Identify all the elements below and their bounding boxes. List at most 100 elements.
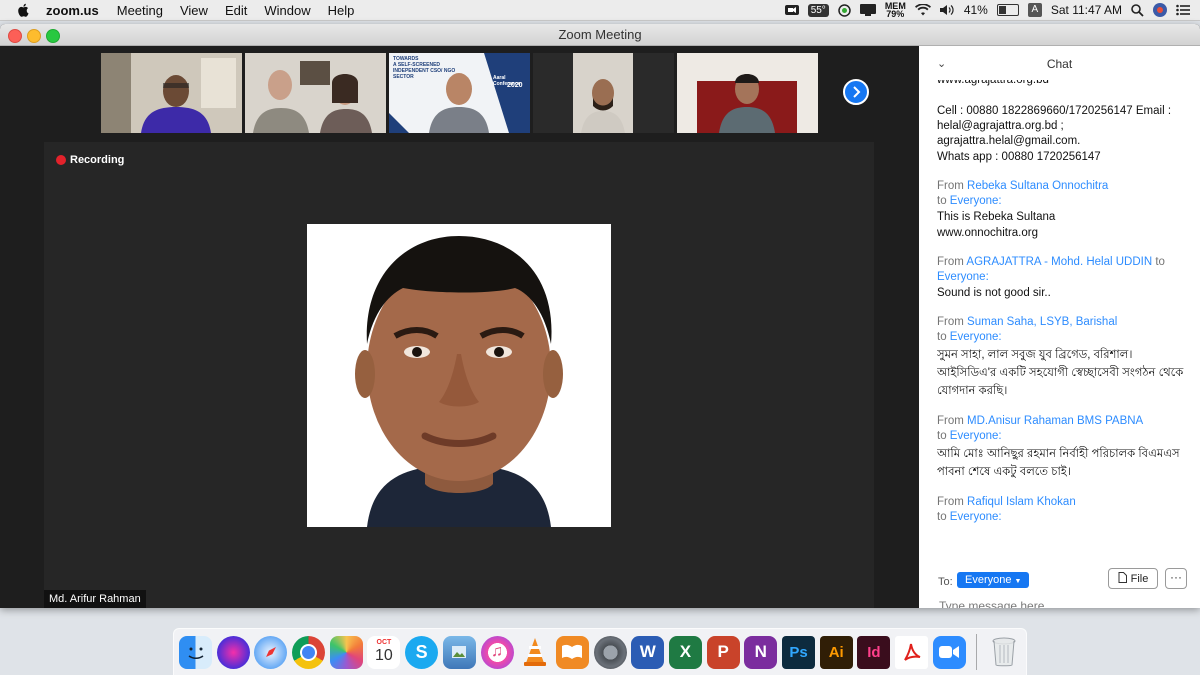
sender-name[interactable]: Rafiqul Islam Khokan bbox=[967, 496, 1076, 508]
memory-indicator[interactable]: MEM 79% bbox=[885, 2, 906, 19]
speaker-profile-photo bbox=[307, 224, 611, 527]
spotlight-search-icon[interactable] bbox=[1131, 3, 1144, 17]
video-area: TOWARDS A SELF-SCREENED INDEPENDENT CSO/… bbox=[0, 46, 919, 608]
file-button-label: File bbox=[1130, 573, 1149, 585]
chat-message-sender: From Suman Saha, LSYB, Barishal to Everyo… bbox=[937, 315, 1189, 345]
window-titlebar[interactable]: Zoom Meeting bbox=[0, 24, 1200, 46]
app-menu[interactable]: zoom.us bbox=[46, 3, 99, 18]
menu-window[interactable]: Window bbox=[264, 3, 310, 18]
recording-dot-icon bbox=[56, 155, 66, 165]
menu-help[interactable]: Help bbox=[328, 3, 355, 18]
recipient-select-value: Everyone bbox=[965, 574, 1012, 586]
participant-thumbnail[interactable] bbox=[245, 53, 386, 133]
chat-message-sender: From MD.Anisur Rahaman BMS PABNA to Every… bbox=[937, 414, 1189, 444]
menu-meeting[interactable]: Meeting bbox=[117, 3, 163, 18]
chat-message-sender: From Rebeka Sultana Onnochitra to Everyon… bbox=[937, 179, 1189, 209]
zoom-window-button[interactable] bbox=[46, 29, 60, 43]
photoshop-icon[interactable]: Ps bbox=[782, 635, 815, 669]
indesign-label: Id bbox=[867, 643, 881, 661]
chrome-icon[interactable] bbox=[292, 635, 326, 669]
word-label: W bbox=[639, 642, 656, 661]
onenote-icon[interactable]: N bbox=[744, 635, 778, 669]
zoom-icon[interactable] bbox=[932, 635, 966, 669]
battery-percent: 41% bbox=[963, 3, 988, 17]
chat-message-input[interactable] bbox=[939, 598, 1179, 608]
powerpoint-icon[interactable]: P bbox=[706, 635, 740, 669]
display-icon[interactable] bbox=[859, 4, 876, 16]
chevron-down-icon[interactable]: ⌄ bbox=[937, 46, 946, 82]
sender-name[interactable]: Rebeka Sultana Onnochitra bbox=[967, 180, 1108, 192]
calendar-icon[interactable]: OCT 10 bbox=[367, 635, 401, 669]
active-speaker-video[interactable]: Recording Md. Arifur Rahman bbox=[44, 142, 874, 608]
participant-thumbnail[interactable]: TOWARDS A SELF-SCREENED INDEPENDENT CSO/… bbox=[389, 53, 530, 133]
powerpoint-label: P bbox=[717, 642, 729, 661]
participant-thumbnail[interactable] bbox=[101, 53, 242, 133]
vlc-icon[interactable] bbox=[518, 636, 551, 669]
indesign-icon[interactable]: Id bbox=[857, 635, 891, 669]
input-source-icon[interactable]: A bbox=[1027, 3, 1042, 17]
sender-name[interactable]: MD.Anisur Rahaman BMS PABNA bbox=[967, 415, 1143, 427]
wifi-icon[interactable] bbox=[914, 4, 931, 16]
notification-center-icon[interactable] bbox=[1176, 4, 1190, 16]
acrobat-icon[interactable] bbox=[895, 635, 929, 669]
zoom-meeting-window: Zoom Meeting TOWARDS A SELF-SCREENED IND… bbox=[0, 24, 1200, 608]
calendar-day: 10 bbox=[375, 647, 393, 664]
file-button[interactable]: File bbox=[1108, 568, 1158, 589]
recording-label: Recording bbox=[70, 154, 125, 166]
word-icon[interactable]: W bbox=[631, 635, 665, 669]
close-window-button[interactable] bbox=[8, 29, 22, 43]
dock-separator bbox=[976, 634, 978, 670]
to-word: to bbox=[937, 511, 947, 523]
finder-icon[interactable] bbox=[179, 635, 212, 669]
chat-message-sender: From AGRAJATTRA - Mohd. Helal UDDIN to E… bbox=[937, 255, 1189, 285]
menu-bar: zoom.us Meeting View Edit Window Help 55… bbox=[0, 0, 1200, 21]
chat-message-text: আমি মোঃ আনিছুর রহমান নির্বাহী পরিচালক বি… bbox=[937, 448, 1180, 478]
chat-message-text: Sound is not good sir.. bbox=[937, 287, 1051, 299]
user-icon[interactable] bbox=[1153, 3, 1167, 17]
recipient-name[interactable]: Everyone: bbox=[937, 271, 989, 283]
temperature-indicator[interactable]: 55° bbox=[807, 3, 829, 17]
photos-icon[interactable] bbox=[329, 635, 363, 669]
safari-icon[interactable] bbox=[254, 635, 288, 669]
clock[interactable]: Sat 11:47 AM bbox=[1051, 3, 1122, 17]
recipient-name[interactable]: Everyone: bbox=[950, 331, 1002, 343]
participant-thumbnail[interactable] bbox=[533, 53, 674, 133]
photoshop-label: Ps bbox=[789, 643, 808, 661]
recipient-name[interactable]: Everyone: bbox=[950, 511, 1002, 523]
menu-view[interactable]: View bbox=[180, 3, 208, 18]
thumbnail-slide-text-6: 2020 bbox=[507, 82, 523, 89]
participant-thumbnail[interactable] bbox=[677, 53, 818, 133]
books-icon[interactable] bbox=[555, 635, 589, 669]
minimize-window-button[interactable] bbox=[27, 29, 41, 43]
chat-message-text: www.agrajattra.org.bd bbox=[937, 80, 1049, 86]
sender-name[interactable]: AGRAJATTRA - Mohd. Helal UDDIN bbox=[966, 256, 1152, 268]
recipient-select[interactable]: Everyone ▼ bbox=[957, 572, 1030, 588]
apple-menu-icon[interactable] bbox=[16, 3, 32, 17]
chat-message-list[interactable]: www.agrajattra.org.bd Cell : 00880 18228… bbox=[937, 80, 1189, 540]
to-word: to bbox=[937, 331, 947, 343]
onenote-label: N bbox=[754, 642, 767, 661]
siri-icon[interactable] bbox=[216, 635, 250, 669]
volume-icon[interactable] bbox=[939, 4, 955, 16]
preview-icon[interactable] bbox=[442, 635, 476, 669]
chat-header: ⌄ Chat bbox=[919, 46, 1200, 82]
excel-icon[interactable]: X bbox=[668, 635, 702, 669]
recipient-name[interactable]: Everyone: bbox=[950, 430, 1002, 442]
window-title: Zoom Meeting bbox=[558, 27, 642, 42]
trash-icon[interactable] bbox=[987, 636, 1020, 669]
recipient-name[interactable]: Everyone: bbox=[950, 195, 1002, 207]
zoom-status-icon[interactable] bbox=[784, 4, 799, 16]
system-preferences-icon[interactable] bbox=[593, 635, 627, 669]
sender-name[interactable]: Suman Saha, LSYB, Barishal bbox=[967, 316, 1117, 328]
more-options-button[interactable]: ··· bbox=[1165, 568, 1187, 589]
next-page-button[interactable] bbox=[843, 79, 869, 105]
battery-icon[interactable] bbox=[996, 4, 1019, 16]
menu-edit[interactable]: Edit bbox=[225, 3, 247, 18]
to-word: to bbox=[937, 195, 947, 207]
itunes-icon[interactable]: ♫ bbox=[480, 635, 514, 669]
status-area: 55° MEM 79% 41% A Sat 11:47 AM bbox=[784, 0, 1190, 20]
skype-icon[interactable]: S bbox=[405, 635, 439, 669]
illustrator-icon[interactable]: Ai bbox=[819, 635, 853, 669]
recording-indicator[interactable]: Recording bbox=[56, 154, 124, 166]
activity-icon[interactable] bbox=[838, 3, 851, 17]
